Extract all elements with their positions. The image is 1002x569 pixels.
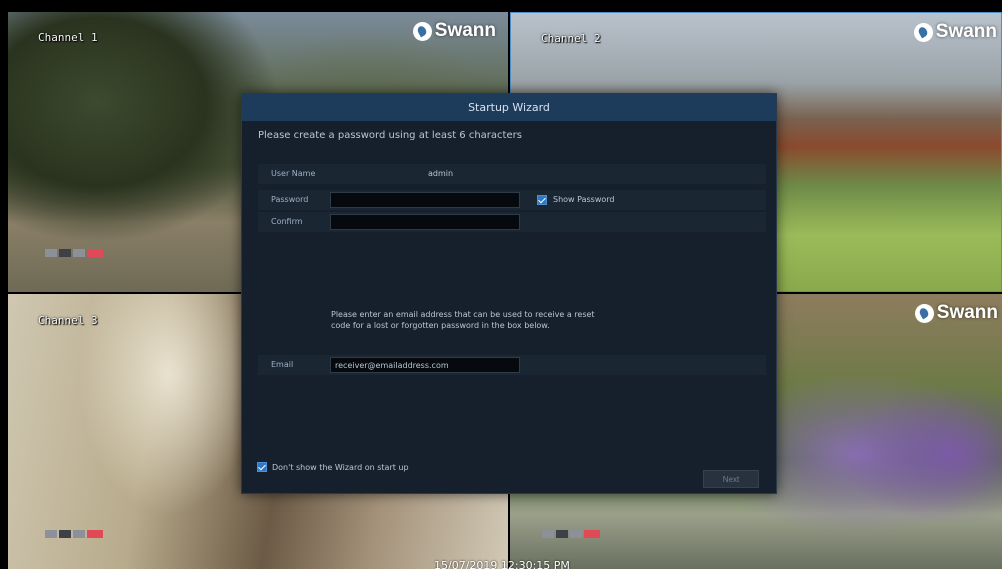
alarm-icon bbox=[570, 530, 582, 538]
swann-logo-icon bbox=[913, 22, 933, 42]
audio-icon bbox=[59, 530, 71, 538]
password-label: Password bbox=[271, 195, 309, 204]
email-hint: Please enter an email address that can b… bbox=[331, 310, 595, 330]
brand-name: Swann bbox=[935, 21, 997, 42]
alarm-icon bbox=[73, 249, 85, 257]
username-value: admin bbox=[428, 169, 454, 178]
brand-logo: Swann bbox=[412, 20, 496, 42]
username-label: User Name bbox=[271, 169, 316, 178]
show-password-label: Show Password bbox=[553, 195, 615, 204]
brand-logo: Swann bbox=[914, 302, 998, 324]
brand-logo: Swann bbox=[913, 21, 997, 43]
confirm-row: Confirm bbox=[258, 212, 766, 232]
password-input[interactable] bbox=[330, 192, 520, 208]
motion-icon bbox=[45, 530, 57, 538]
swann-logo-icon bbox=[412, 21, 432, 41]
email-row: Email bbox=[258, 355, 766, 375]
dialog-body: Please create a password using at least … bbox=[242, 121, 776, 495]
email-input[interactable] bbox=[330, 357, 520, 373]
audio-icon bbox=[59, 249, 71, 257]
dialog-title: Startup Wizard bbox=[242, 94, 776, 121]
brand-name: Swann bbox=[434, 20, 496, 41]
camera-status-icons bbox=[45, 249, 103, 257]
email-label: Email bbox=[271, 360, 294, 369]
next-button[interactable]: Next bbox=[703, 470, 759, 488]
brand-name: Swann bbox=[936, 302, 998, 323]
swann-logo-icon bbox=[914, 303, 934, 323]
record-indicator-icon bbox=[87, 530, 103, 538]
startup-wizard-dialog: Startup Wizard Please create a password … bbox=[241, 93, 777, 494]
camera-status-icons bbox=[542, 530, 600, 538]
system-timestamp: 15/07/2019 12:30:15 PM bbox=[434, 559, 570, 569]
camera-label: Channel 3 bbox=[38, 314, 98, 327]
camera-label: Channel 2 bbox=[541, 32, 601, 45]
dont-show-wizard-checkbox[interactable] bbox=[257, 462, 267, 472]
username-row: User Name admin bbox=[258, 164, 766, 184]
password-row: Password Show Password bbox=[258, 190, 766, 210]
motion-icon bbox=[542, 530, 554, 538]
record-indicator-icon bbox=[584, 530, 600, 538]
dont-show-wizard-label: Don't show the Wizard on start up bbox=[272, 463, 409, 472]
record-indicator-icon bbox=[87, 249, 103, 257]
camera-label: Channel 1 bbox=[38, 31, 98, 44]
show-password-checkbox[interactable] bbox=[537, 195, 547, 205]
motion-icon bbox=[45, 249, 57, 257]
alarm-icon bbox=[73, 530, 85, 538]
confirm-password-input[interactable] bbox=[330, 214, 520, 230]
audio-icon bbox=[556, 530, 568, 538]
camera-status-icons bbox=[45, 530, 103, 538]
confirm-label: Confirm bbox=[271, 217, 303, 226]
password-instruction: Please create a password using at least … bbox=[258, 130, 522, 141]
